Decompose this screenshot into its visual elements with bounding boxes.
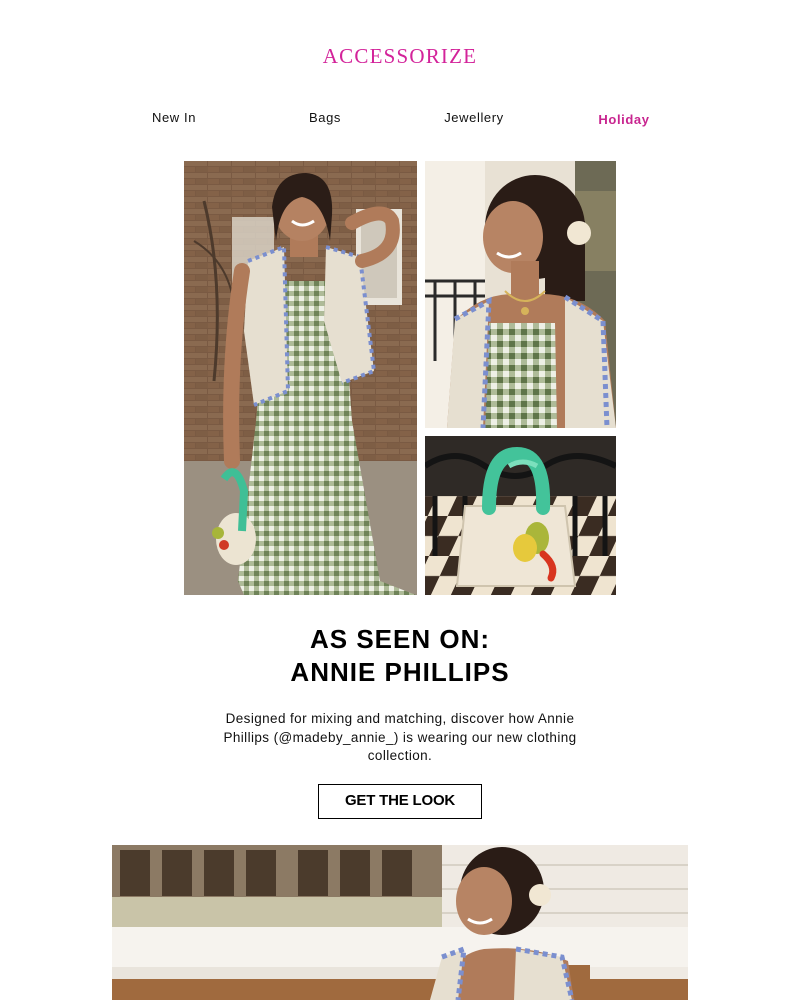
model-full-length-photo[interactable] <box>184 161 417 595</box>
nav-item-new-in[interactable]: New In <box>152 110 196 125</box>
main-nav: New In Bags Jewellery Holiday <box>0 110 800 130</box>
model-portrait-photo[interactable] <box>425 161 616 428</box>
headline: AS SEEN ON: <box>309 624 491 654</box>
model-seated-illustration <box>112 845 688 1000</box>
handbag-with-scarf-photo[interactable] <box>425 436 616 595</box>
nav-item-holiday[interactable]: Holiday <box>598 112 649 127</box>
nav-item-jewellery[interactable]: Jewellery <box>444 110 504 125</box>
brand-logo[interactable]: ACCESSORIZE <box>0 44 800 69</box>
model-full-length-illustration <box>184 161 417 595</box>
get-the-look-button[interactable]: GET THE LOOK <box>318 784 482 819</box>
intro-text: Designed for mixing and matching, discov… <box>223 711 577 763</box>
subheadline: ANNIE PHILLIPS <box>290 657 510 687</box>
model-portrait-illustration <box>425 161 616 428</box>
model-seated-photo[interactable] <box>112 845 688 1000</box>
handbag-illustration <box>425 436 616 595</box>
nav-item-bags[interactable]: Bags <box>309 110 341 125</box>
